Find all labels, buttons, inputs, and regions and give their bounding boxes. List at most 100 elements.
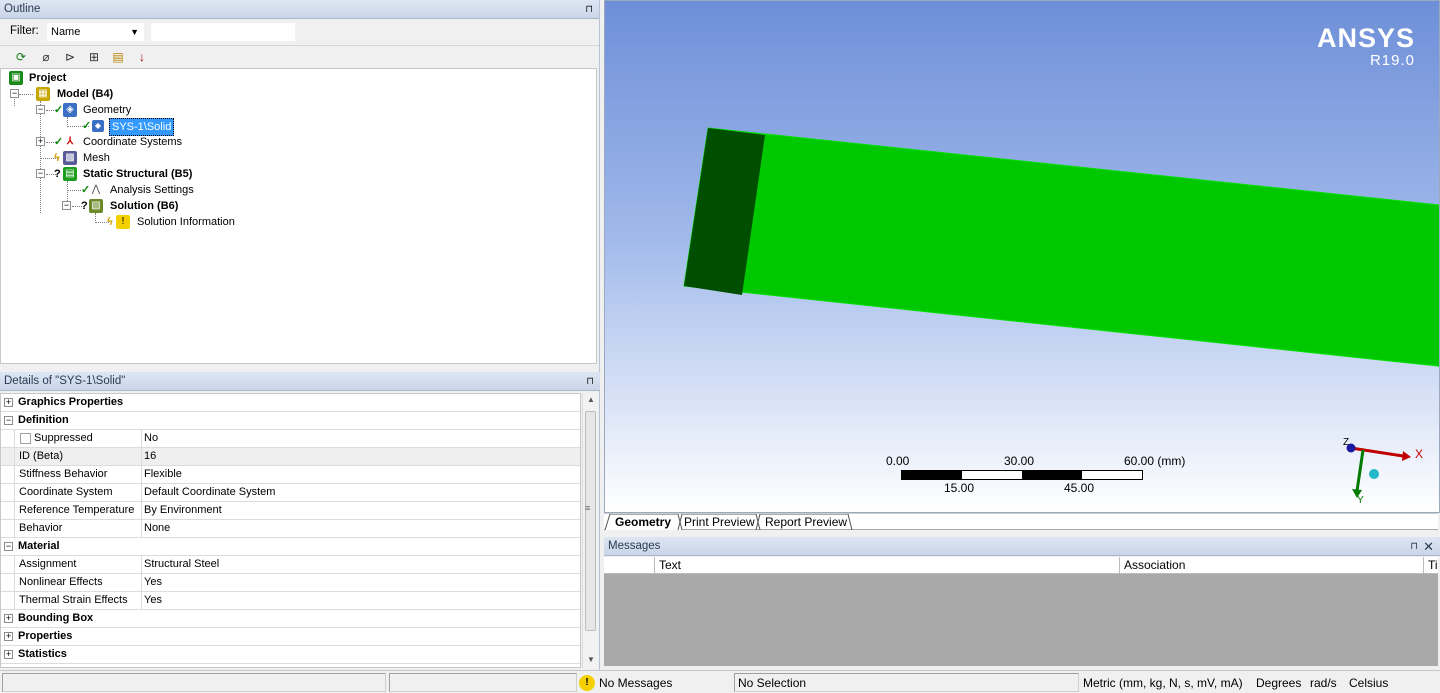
messages-list[interactable] [604, 574, 1438, 666]
graphics-viewport[interactable]: ANSYS R19.0 0.00 30.00 60.00 (mm) 15.00 … [604, 0, 1440, 513]
collapse-icon[interactable]: − [4, 416, 13, 425]
row-behavior[interactable]: Behavior None [1, 520, 580, 538]
scale-label-15: 15.00 [944, 481, 975, 495]
tab-geometry[interactable]: Geometry [607, 514, 675, 530]
expand-icon[interactable]: + [4, 650, 13, 659]
outline-title-bar: Outline ⊓ [0, 0, 599, 19]
tab-report-preview[interactable]: Report Preview [757, 514, 851, 530]
suppressed-checkbox[interactable] [20, 433, 31, 444]
mesh-icon: ▩ [63, 151, 77, 165]
outline-title: Outline [4, 3, 41, 15]
scale-segment [1022, 471, 1082, 479]
solid-body-icon: ◆ [92, 120, 104, 132]
status-units[interactable]: Metric (mm, kg, N, s, mV, mA) [1083, 674, 1243, 692]
scroll-up-icon[interactable]: ▲ [583, 393, 599, 407]
tree-item-solid[interactable]: ✓ ◆ SYS-1\Solid [1, 118, 201, 136]
triad-x-label: X [1415, 447, 1424, 461]
solution-icon: ▧ [89, 199, 103, 213]
collapse-icon[interactable]: − [62, 201, 71, 210]
status-bar: ! No Messages No Selection Metric (mm, k… [0, 670, 1440, 693]
pin-icon[interactable]: ⊓ [586, 372, 594, 391]
collapse-icon[interactable]: − [10, 89, 19, 98]
sort-icon[interactable]: ↓ [133, 48, 151, 66]
close-icon[interactable]: ✕ [1423, 537, 1434, 556]
scale-segment [902, 471, 962, 479]
expand-icon[interactable]: + [4, 398, 13, 407]
row-suppressed[interactable]: Suppressed No [1, 430, 580, 448]
status-angle-units[interactable]: Degrees [1256, 674, 1301, 692]
tree-expand-icon[interactable]: ⊳ [61, 48, 79, 66]
row-stiffness-behavior[interactable]: Stiffness Behavior Flexible [1, 466, 580, 484]
column-time[interactable]: Ti [1423, 557, 1438, 574]
solid-body[interactable] [683, 127, 1440, 387]
row-reference-temperature[interactable]: Reference Temperature By Environment [1, 502, 580, 520]
row-id[interactable]: ID (Beta) 16 [1, 448, 580, 466]
group-properties[interactable]: + Properties [1, 628, 580, 646]
scroll-down-icon[interactable]: ▼ [583, 653, 599, 667]
tree-item-analysis-settings[interactable]: ✓ ⋀ Analysis Settings [1, 182, 221, 198]
analysis-settings-icon: ⋀ [91, 184, 101, 195]
scrollbar-thumb[interactable] [585, 411, 596, 631]
view-tabs: Geometry Print Preview Report Preview [604, 513, 1438, 531]
tree-item-solution[interactable]: − ? ▧ Solution (B6) [1, 198, 221, 214]
refresh-icon[interactable]: ⟳ [12, 48, 30, 66]
scale-label-0: 0.00 [886, 454, 910, 468]
group-definition[interactable]: − Definition [1, 412, 580, 430]
model-view[interactable] [605, 1, 1440, 513]
check-icon: ✓ [54, 104, 64, 116]
row-nonlinear-effects[interactable]: Nonlinear Effects Yes [1, 574, 580, 592]
row-coordinate-system[interactable]: Coordinate System Default Coordinate Sys… [1, 484, 580, 502]
tree-item-static-structural[interactable]: − ? ▤ Static Structural (B5) [1, 166, 251, 182]
row-thermal-strain-effects[interactable]: Thermal Strain Effects Yes [1, 592, 580, 610]
messages-title: Messages [608, 540, 661, 552]
pin-icon[interactable]: ⊓ [585, 0, 593, 19]
group-graphics-properties[interactable]: + Graphics Properties [1, 394, 580, 412]
axes-icon: ⅄ [66, 136, 74, 147]
tree-item-solution-information[interactable]: ϟ ! Solution Information [1, 214, 241, 230]
pin-icon[interactable]: ⊓ [1410, 537, 1418, 556]
x-axis-arrow [1350, 446, 1404, 458]
collapse-icon[interactable]: − [4, 542, 13, 551]
status-rate-units[interactable]: rad/s [1310, 674, 1337, 692]
column-association[interactable]: Association [1119, 557, 1423, 574]
grip-icon: ≡ [585, 503, 591, 513]
chevron-down-icon: ▼ [130, 27, 139, 37]
iso-ball[interactable] [1369, 469, 1379, 479]
tree-item-coordinate-systems[interactable]: + ✓ ⅄ Coordinate Systems [1, 134, 221, 150]
filter-dropdown[interactable]: Name ▼ [47, 23, 144, 41]
details-scrollbar[interactable]: ▲ ≡ ▼ [582, 393, 598, 668]
status-cell-empty [389, 673, 577, 692]
folder-icon[interactable]: ▤ [109, 48, 127, 66]
filter-value: Name [51, 26, 81, 38]
scale-label-60: 60.00 (mm) [1124, 454, 1186, 468]
message-icon[interactable]: ! [579, 675, 595, 691]
tree-item-model[interactable]: − ▦ Model (B4) [1, 86, 201, 102]
lightning-icon: ϟ [54, 152, 60, 164]
status-temp-units[interactable]: Celsius [1349, 674, 1388, 692]
tab-print-preview[interactable]: Print Preview [676, 514, 759, 530]
row-assignment[interactable]: Assignment Structural Steel [1, 556, 580, 574]
tree-item-geometry[interactable]: − ✓ ◈ Geometry [1, 102, 201, 118]
group-material[interactable]: − Material [1, 538, 580, 556]
collapse-icon[interactable]: − [36, 105, 45, 114]
expand-icon[interactable]: + [36, 137, 45, 146]
triad-z-label: Z [1343, 437, 1350, 448]
expand-icon[interactable]: + [4, 614, 13, 623]
filter-input[interactable] [151, 23, 295, 41]
status-messages[interactable]: No Messages [599, 674, 672, 692]
column-type[interactable] [604, 557, 654, 574]
axis-triad[interactable]: X Y Z [1337, 431, 1437, 511]
group-statistics[interactable]: + Statistics [1, 646, 580, 664]
left-panel: Outline ⊓ Filter: Name ▼ ⟳ ⌀ ⊳ ⊞ ▤ ↓ ▣ P… [0, 0, 600, 670]
project-icon: ▣ [9, 71, 23, 85]
plus-icon[interactable]: ⊞ [85, 48, 103, 66]
collapse-icon[interactable]: − [36, 169, 45, 178]
tree-item-mesh[interactable]: ϟ ▩ Mesh [1, 150, 201, 166]
column-text[interactable]: Text [654, 557, 1119, 574]
clear-icon[interactable]: ⌀ [37, 48, 55, 66]
scale-label-45: 45.00 [1064, 481, 1095, 495]
group-bounding-box[interactable]: + Bounding Box [1, 610, 580, 628]
expand-icon[interactable]: + [4, 632, 13, 641]
filter-row: Filter: Name ▼ [0, 19, 599, 45]
messages-panel: Messages ⊓ ✕ Text Association Ti [604, 537, 1440, 667]
